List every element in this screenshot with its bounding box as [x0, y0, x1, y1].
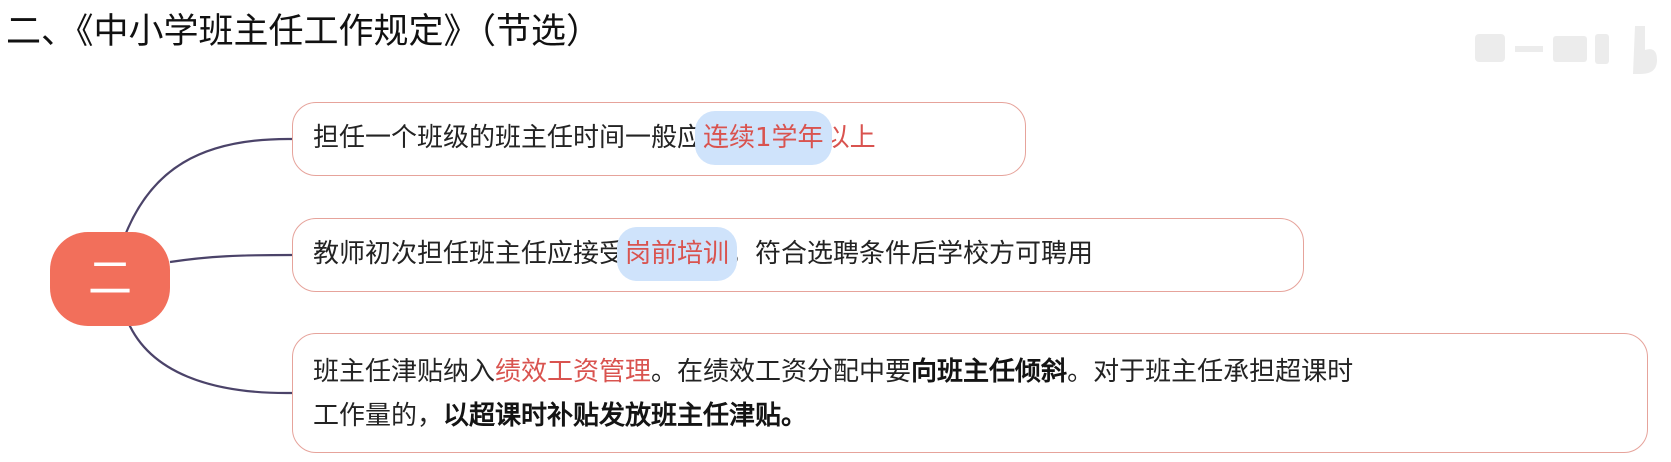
branch-node-3: 班主任津贴纳入绩效工资管理。在绩效工资分配中要向班主任倾斜。对于班主任承担超课时… — [292, 333, 1648, 453]
root-node: 二 — [50, 232, 170, 326]
branch-3-line-1-part-1: 班主任津贴纳入 — [313, 357, 496, 387]
branch-3-line-2-bold: 以超课时补贴发放班主任津贴。 — [443, 401, 808, 431]
branch-3-line-2-part-1: 工作量的， — [313, 401, 444, 431]
branch-3-line-1-highlight: 绩效工资管理 — [495, 357, 652, 387]
branch-1-highlight: 连续1学年 — [703, 123, 824, 153]
branch-1-highlight-bg: 连续1学年 — [695, 111, 832, 165]
branch-node-1: 担任一个班级的班主任时间一般应连续1学年以上 — [292, 102, 1026, 176]
connector-line-2 — [169, 253, 293, 264]
branch-3-line-1-part-3: 。对于班主任承担超课时 — [1067, 357, 1354, 387]
branch-node-2: 教师初次担任班主任应接受岗前培训，符合选聘条件后学校方可聘用 — [292, 218, 1304, 292]
connector-line-3 — [126, 321, 293, 395]
connector-line-1 — [122, 137, 293, 239]
branch-2-text-after: ，符合选聘条件后学校方可聘用 — [729, 239, 1094, 269]
branch-3-line-1: 班主任津贴纳入绩效工资管理。在绩效工资分配中要向班主任倾斜。对于班主任承担超课时 — [313, 350, 1647, 394]
branch-2-text-before: 教师初次担任班主任应接受 — [313, 239, 626, 269]
branch-1-text-before: 担任一个班级的班主任时间一般应 — [313, 123, 704, 153]
root-node-label: 二 — [88, 253, 132, 304]
branch-2-highlight-bg: 岗前培训 — [617, 227, 738, 281]
mind-map-page: 二、《中小学班主任工作规定》（节选） 二 担任一个班级的班主任时间一般应连续1学… — [0, 0, 1671, 462]
branch-2-highlight: 岗前培训 — [625, 239, 730, 269]
branch-3-line-2: 工作量的，以超课时补贴发放班主任津贴。 — [313, 394, 1647, 438]
branch-3-line-1-bold: 向班主任倾斜 — [911, 357, 1068, 387]
branch-3-line-1-part-2: 。在绩效工资分配中要 — [651, 357, 912, 387]
